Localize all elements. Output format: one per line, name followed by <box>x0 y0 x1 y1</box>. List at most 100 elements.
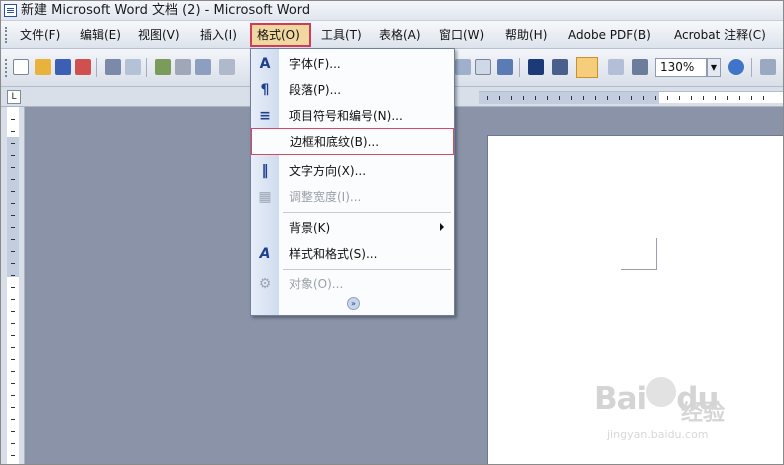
paragraph-icon: ¶ <box>260 82 270 98</box>
toolbar-separator <box>751 58 752 77</box>
ruler-tick <box>691 96 692 100</box>
menu-insert[interactable]: 插入(I) <box>200 27 237 43</box>
tab-stop-button[interactable]: L <box>7 90 21 104</box>
ruler-tick <box>535 96 536 100</box>
menu-item-label: 项目符号和编号(N)... <box>289 109 403 123</box>
ruler-tick <box>559 96 560 100</box>
read-icon[interactable] <box>608 59 624 75</box>
ruler-tick <box>11 143 15 144</box>
menu-item-borders-shading[interactable]: 边框和底纹(B)... <box>251 128 454 155</box>
ruler-tick <box>11 395 15 396</box>
ruler-tick <box>571 96 572 100</box>
menu-item-label: 文字方向(X)... <box>289 164 367 178</box>
ruler-tick <box>11 215 15 216</box>
menu-edit[interactable]: 编辑(E) <box>80 27 121 43</box>
menu-tools[interactable]: 工具(T) <box>321 27 362 43</box>
menu-item-bullets-numbering[interactable]: ≡ 项目符号和编号(N)... <box>251 103 454 129</box>
menu-window[interactable]: 窗口(W) <box>439 27 484 43</box>
read-mode-icon[interactable] <box>760 59 776 75</box>
ruler-tick <box>11 191 15 192</box>
columns-icon[interactable] <box>497 59 513 75</box>
menu-item-background[interactable]: 背景(K) <box>251 215 454 241</box>
help-icon[interactable] <box>728 59 744 75</box>
ruler-tick <box>679 96 680 100</box>
ruler-tick <box>11 431 15 432</box>
ruler-tick <box>11 383 15 384</box>
print-icon[interactable] <box>105 59 121 75</box>
save-icon[interactable] <box>55 59 71 75</box>
menu-table[interactable]: 表格(A) <box>379 27 421 43</box>
ruler-tick <box>11 275 15 276</box>
toolbar-grip-icon[interactable] <box>5 59 8 77</box>
chevron-down-icon[interactable]: ▼ <box>707 58 721 77</box>
window-title: 新建 Microsoft Word 文档 (2) - Microsoft Wor… <box>21 3 311 18</box>
ruler-tick <box>499 96 500 100</box>
expand-menu-chevron-icon[interactable]: » <box>347 297 360 310</box>
adjust-width-icon: ▦ <box>258 189 272 205</box>
menu-item-object: ⚙ 对象(O)... <box>251 271 454 297</box>
ruler-tick <box>11 119 15 120</box>
ruler-tick <box>703 96 704 100</box>
pilcrow-icon[interactable] <box>632 59 648 75</box>
vertical-ruler[interactable] <box>1 107 25 464</box>
menu-acrobat-comments[interactable]: Acrobat 注释(C) <box>674 27 766 43</box>
ruler-tick <box>11 263 15 264</box>
insert-excel-icon[interactable] <box>475 59 491 75</box>
menu-item-label: 对象(O)... <box>289 277 344 291</box>
ruler-margin-area <box>479 92 659 104</box>
horizontal-ruler[interactable] <box>479 91 783 104</box>
ruler-tick <box>631 96 632 100</box>
research-icon[interactable] <box>175 59 191 75</box>
cut-icon[interactable] <box>195 59 211 75</box>
document-map-icon[interactable] <box>552 59 568 75</box>
menu-separator <box>283 269 451 270</box>
ruler-tick <box>11 227 15 228</box>
ruler-tick <box>11 251 15 252</box>
submenu-arrow-icon <box>440 223 444 231</box>
menu-format[interactable]: 格式(O) <box>257 27 300 43</box>
new-document-icon[interactable] <box>13 59 29 75</box>
ruler-tick <box>547 96 548 100</box>
ruler-tick <box>11 335 15 336</box>
watermark-text: 经验 <box>681 401 726 426</box>
menu-item-paragraph[interactable]: ¶ 段落(P)... <box>251 77 454 103</box>
ruler-tick <box>583 96 584 100</box>
menu-file[interactable]: 文件(F) <box>20 27 60 43</box>
toolbar-separator <box>146 58 147 77</box>
ruler-tick <box>11 443 15 444</box>
spelling-icon[interactable] <box>155 59 171 75</box>
ruler-tick <box>11 299 15 300</box>
menu-item-font[interactable]: A 字体(F)... <box>251 51 454 77</box>
drawing-icon[interactable] <box>528 59 544 75</box>
menubar-grip-icon[interactable] <box>5 27 8 43</box>
ruler-tick <box>487 96 488 100</box>
menu-adobe-pdf[interactable]: Adobe PDF(B) <box>568 27 651 43</box>
bullets-numbering-icon: ≡ <box>259 108 271 124</box>
ruler-tick <box>11 131 15 132</box>
ruler-tick <box>11 203 15 204</box>
print-preview-icon[interactable] <box>125 59 141 75</box>
ruler-tick <box>715 96 716 100</box>
menu-item-text-direction[interactable]: ‖ 文字方向(X)... <box>251 158 454 184</box>
insert-table-icon[interactable] <box>455 59 471 75</box>
copy-icon[interactable] <box>219 59 235 75</box>
watermark-url: jingyan.baidu.com <box>607 428 709 441</box>
ruler-tick <box>11 407 15 408</box>
toolbar-separator <box>96 58 97 77</box>
menu-item-styles-formatting[interactable]: A 样式和格式(S)... <box>251 241 454 267</box>
open-folder-icon[interactable] <box>35 59 51 75</box>
menu-view[interactable]: 视图(V) <box>138 27 180 43</box>
ruler-tick <box>11 311 15 312</box>
menu-item-adjust-width: ▦ 调整宽度(I)... <box>251 184 454 210</box>
show-formatting-button[interactable] <box>576 57 598 78</box>
menu-help[interactable]: 帮助(H) <box>505 27 547 43</box>
ruler-tick <box>11 371 15 372</box>
menu-item-label: 边框和底纹(B)... <box>290 135 380 149</box>
ruler-tick <box>655 96 656 100</box>
zoom-combo[interactable]: 130% <box>655 58 707 77</box>
menu-separator <box>283 212 451 213</box>
menu-item-label: 调整宽度(I)... <box>289 190 362 204</box>
vertical-ruler-margin <box>7 137 19 277</box>
permission-icon[interactable] <box>75 59 91 75</box>
ruler-tick <box>11 239 15 240</box>
